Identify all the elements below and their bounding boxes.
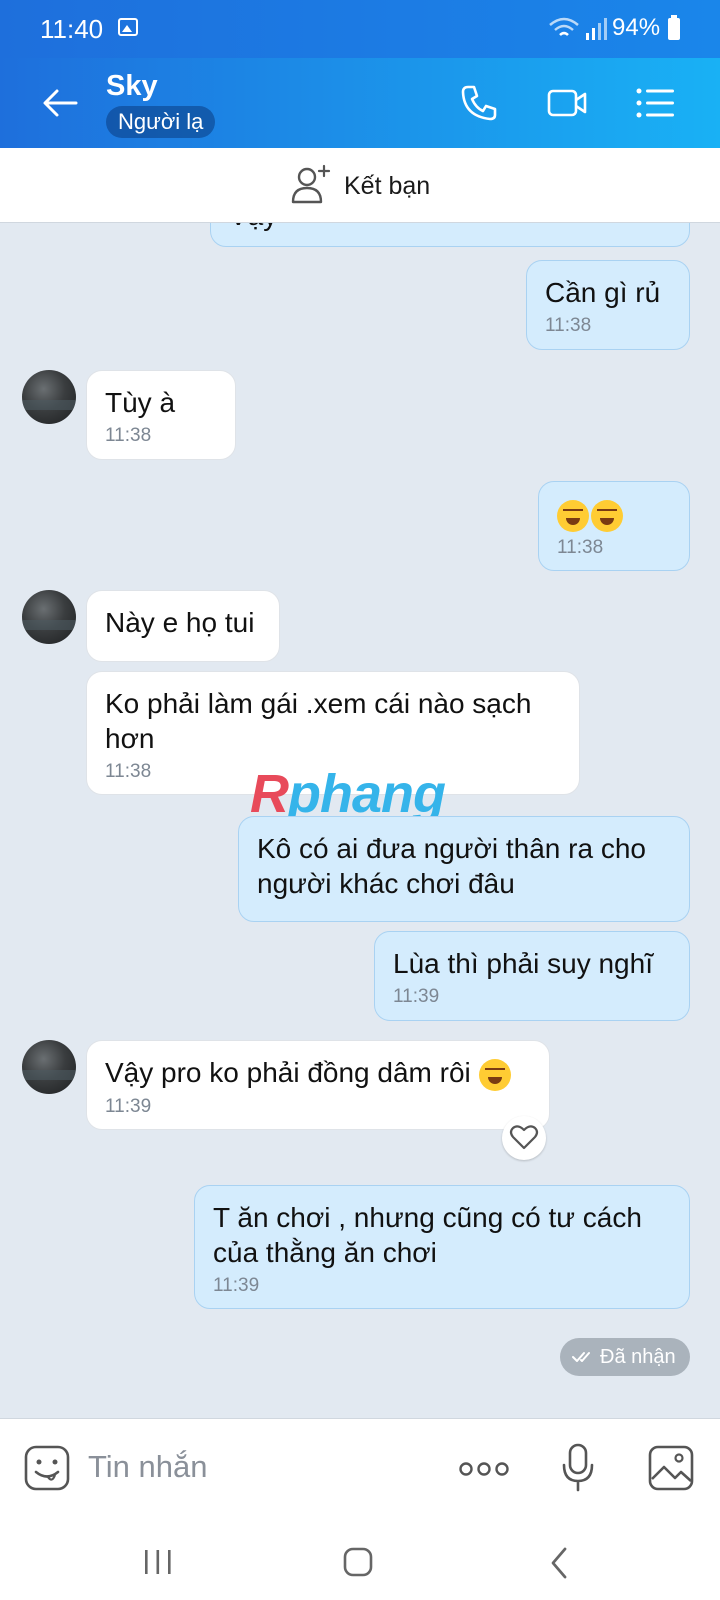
message-text: Kô có ai đưa người thân ra cho người khá… [257,833,646,899]
battery-percent: 94% [612,14,661,41]
message-text: Lùa thì phải suy nghĩ [393,948,653,979]
stranger-badge: Người lạ [106,106,216,138]
chat-area: Vậy Cần gì rủ 11:38 Tùy à 11:38 11:38 Nà… [0,223,720,1418]
status-time: 11:40 [40,14,104,44]
message-bubble-out[interactable]: Vậy [210,223,690,247]
contact-avatar[interactable] [22,370,76,424]
phone-call-icon[interactable] [458,82,500,124]
sticker-icon[interactable] [24,1445,70,1491]
add-friend-bar[interactable]: Kết bạn [0,148,720,223]
chat-header: Sky Người lạ [0,58,720,148]
contact-avatar[interactable] [22,590,76,644]
status-bar: 11:40 94% [0,0,720,58]
message-text: Cần gì rủ [545,277,661,308]
battery-icon [668,15,680,40]
home-icon[interactable] [342,1546,374,1578]
message-time: 11:39 [105,1095,152,1117]
message-time: 11:38 [105,425,152,446]
video-call-icon[interactable] [546,82,588,124]
message-bubble-out[interactable]: Cần gì rủ 11:38 [526,260,690,350]
laughing-emoji-icon [478,1058,511,1091]
message-bubble-out[interactable]: 11:38 [538,481,690,571]
back-arrow-icon[interactable] [40,83,80,123]
message-text: T ăn chơi , nhưng cũng có tư cách của th… [213,1202,642,1268]
message-bubble-out[interactable]: Kô có ai đưa người thân ra cho người khá… [238,816,690,922]
message-input-bar: Tin nhắn [0,1418,720,1519]
message-text: Vậy pro ko phải đồng dâm rôi [105,1057,471,1088]
message-time: 11:38 [557,536,604,558]
wifi-icon [549,17,579,36]
message-input[interactable]: Tin nhắn [88,1449,208,1485]
message-text: Ko phải làm gái .xem cái nào sạch hơn [105,688,532,754]
message-bubble-in[interactable]: Vậy pro ko phải đồng dâm rôi 11:39 [86,1040,550,1130]
received-label: Đã nhận [600,1346,676,1368]
double-check-icon [572,1352,590,1362]
system-nav-bar [0,1518,720,1600]
message-bubble-in[interactable]: Này e họ tui [86,590,280,662]
message-time: 11:39 [213,1275,260,1296]
signal-icon [586,18,607,40]
recent-apps-icon[interactable] [142,1548,174,1576]
message-bubble-in[interactable]: Tùy à 11:38 [86,370,236,460]
menu-list-icon[interactable] [634,82,676,124]
message-text: Tùy à [105,387,176,418]
contact-avatar[interactable] [22,1040,76,1094]
image-gallery-icon[interactable] [648,1445,694,1491]
more-options-icon[interactable] [458,1455,510,1483]
received-status-badge: Đã nhận [560,1338,690,1376]
add-friend-label: Kết bạn [344,172,431,200]
back-nav-icon[interactable] [548,1546,570,1580]
gallery-notification-icon [118,18,138,36]
laughing-emoji-icon [557,498,623,532]
message-time: 11:39 [393,986,440,1007]
message-text: Này e họ tui [105,607,255,638]
microphone-icon[interactable] [560,1443,596,1493]
contact-name[interactable]: Sky [106,70,158,103]
add-user-icon [291,164,331,204]
heart-icon [509,1125,539,1150]
message-time: 11:38 [545,315,592,336]
react-heart-button[interactable] [502,1116,546,1160]
message-bubble-out[interactable]: Lùa thì phải suy nghĩ 11:39 [374,931,690,1021]
message-text: Vậy [229,223,277,231]
message-bubble-out[interactable]: T ăn chơi , nhưng cũng có tư cách của th… [194,1185,690,1309]
